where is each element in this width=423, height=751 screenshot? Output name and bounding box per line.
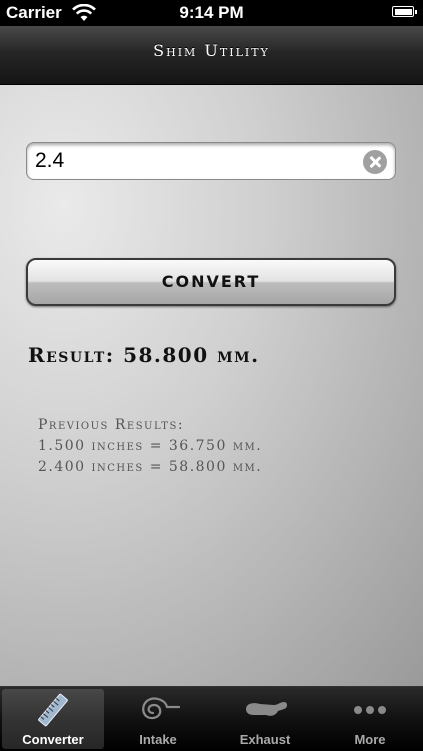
status-bar: Carrier 9:14 PM (0, 0, 423, 26)
tab-label: Intake (139, 732, 177, 747)
battery-icon (392, 6, 417, 17)
previous-result-row: 2.400 inches = 58.800 mm. (38, 459, 263, 475)
navigation-bar: Shim Utility (0, 26, 423, 85)
swirl-icon (142, 697, 181, 720)
tab-label: Exhaust (239, 732, 291, 747)
tab-converter[interactable]: Converter (2, 689, 104, 749)
previous-result-row: 1.500 inches = 36.750 mm. (38, 438, 263, 454)
exhaust-icon (246, 702, 287, 716)
convert-button-label: CONVERT (161, 272, 261, 291)
tab-bar: Converter Intake Exhaust More (0, 686, 423, 751)
tab-label: Converter (22, 732, 84, 747)
convert-button[interactable]: CONVERT (26, 258, 396, 306)
main-content: 2.4 CONVERT Result: 58.800 mm. Previous … (0, 85, 423, 686)
ruler-icon (38, 693, 68, 727)
previous-results: Previous Results: 1.500 inches = 36.750 … (38, 415, 262, 478)
more-dots-icon (354, 706, 386, 714)
tab-intake[interactable]: Intake (107, 689, 209, 749)
inches-input[interactable]: 2.4 (26, 142, 396, 180)
clear-icon[interactable] (363, 150, 387, 174)
inches-input-value: 2.4 (35, 149, 65, 172)
result-text: Result: 58.800 mm. (28, 343, 260, 367)
status-time: 9:14 PM (179, 3, 244, 22)
tab-exhaust[interactable]: Exhaust (214, 689, 316, 749)
tab-label: More (354, 732, 386, 747)
previous-results-title: Previous Results: (38, 417, 185, 433)
tab-more[interactable]: More (319, 689, 421, 749)
page-title: Shim Utility (153, 41, 270, 60)
